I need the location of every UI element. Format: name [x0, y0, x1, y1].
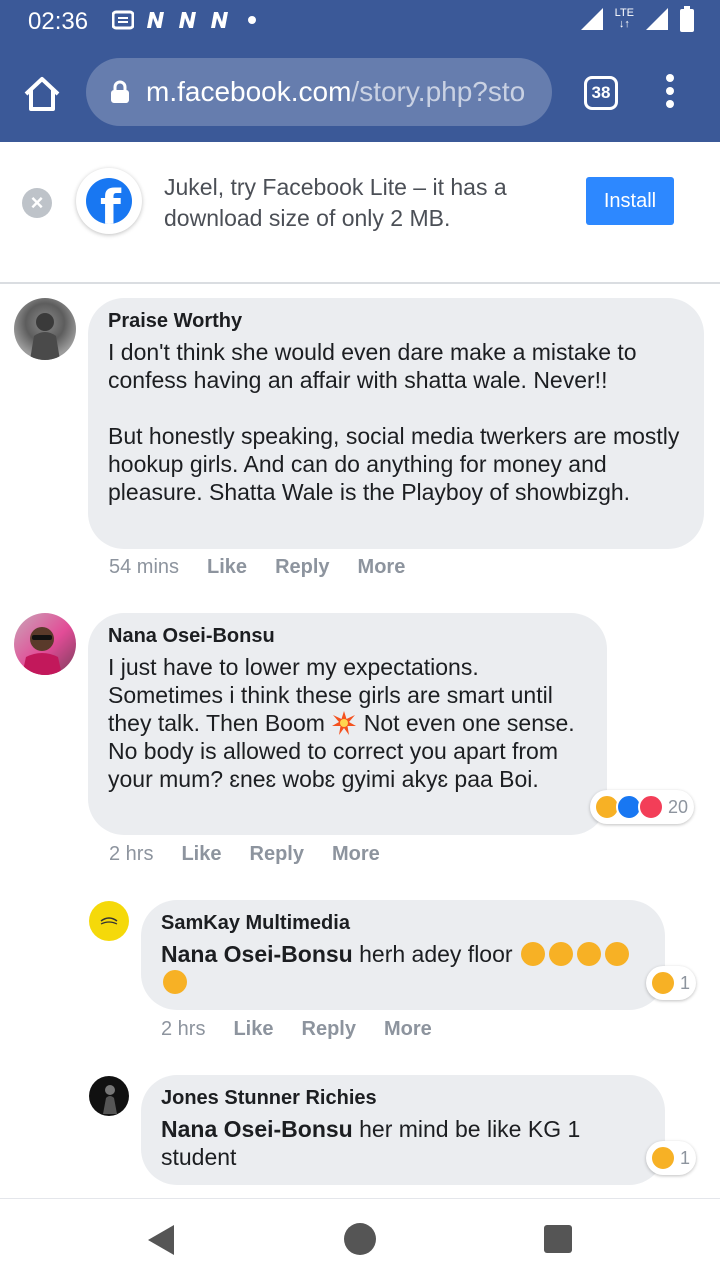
avatar[interactable]	[14, 613, 76, 675]
avatar-photo	[100, 917, 118, 925]
avatar-photo	[30, 313, 60, 360]
reply-actions: 2 hrs Like Reply More	[161, 1018, 432, 1041]
signal-icon	[646, 8, 668, 30]
avatar[interactable]	[89, 1076, 129, 1116]
avatar-photo	[22, 627, 62, 675]
reaction-count: 20	[668, 796, 689, 817]
reaction-count: 1	[680, 1147, 691, 1168]
haha-icon	[650, 1145, 676, 1171]
close-banner-icon[interactable]: ×	[22, 188, 52, 218]
notification-icons	[112, 10, 256, 30]
home-icon[interactable]	[22, 74, 62, 114]
comment-bubble: Praise Worthy I don't think she would ev…	[88, 298, 704, 549]
comment-author[interactable]: Praise Worthy	[108, 308, 684, 334]
tears-of-joy-emoji-icon	[604, 942, 629, 966]
battery-icon	[680, 6, 694, 32]
reply-button[interactable]: Reply	[302, 1018, 356, 1041]
reaction-count: 1	[680, 972, 691, 993]
reply-text: Nana Osei-Bonsu herh adey floor	[161, 940, 645, 996]
love-icon	[638, 794, 664, 820]
mention-link[interactable]: Nana Osei-Bonsu	[161, 941, 353, 967]
reply-button[interactable]: Reply	[275, 556, 329, 579]
reply-bubble: SamKay Multimedia Nana Osei-Bonsu herh a…	[141, 900, 665, 1010]
like-button[interactable]: Like	[233, 1018, 273, 1041]
reply-time[interactable]: 2 hrs	[161, 1018, 205, 1041]
comment-bubble: Nana Osei-Bonsu I just have to lower my …	[88, 613, 607, 835]
comment-text: I just have to lower my expectations. So…	[108, 653, 587, 793]
back-icon[interactable]	[146, 1223, 176, 1257]
reply-text-body: herh adey floor	[352, 941, 519, 967]
status-right: LTE ↓↑	[579, 6, 694, 32]
url-path: /story.php?sto	[351, 76, 526, 107]
url-domain: m.facebook.com	[146, 76, 352, 107]
tears-of-joy-emoji-icon	[520, 942, 545, 966]
reply-author[interactable]: Jones Stunner Richies	[161, 1085, 645, 1111]
lock-icon	[111, 80, 129, 103]
reply-bubble: Jones Stunner Richies Nana Osei-Bonsu he…	[141, 1075, 665, 1185]
comment-time[interactable]: 2 hrs	[109, 843, 153, 866]
home-icon[interactable]	[344, 1223, 376, 1255]
install-button[interactable]: Install	[586, 177, 674, 225]
facebook-logo-letter: f	[100, 180, 121, 224]
banner-message: Jukel, try Facebook Lite – it has a down…	[164, 174, 507, 231]
comment-text: I don't think she would even dare make a…	[108, 339, 680, 505]
status-time: 02:36	[28, 8, 89, 35]
facebook-lite-banner: × f Jukel, try Facebook Lite – it has a …	[0, 142, 720, 284]
n-icon	[211, 12, 228, 28]
recents-icon[interactable]	[544, 1225, 572, 1253]
signal-icon	[580, 8, 603, 30]
comment-actions: 2 hrs Like Reply More	[109, 843, 380, 866]
like-button[interactable]: Like	[207, 556, 247, 579]
reply-text: Nana Osei-Bonsu her mind be like KG 1 st…	[161, 1115, 645, 1171]
more-button[interactable]: More	[358, 556, 406, 579]
reaction-summary[interactable]: 1	[646, 1141, 697, 1175]
tears-of-joy-emoji-icon	[548, 942, 573, 966]
status-bar: 02:36 LTE ↓↑	[0, 0, 720, 44]
haha-icon	[650, 970, 676, 996]
avatar[interactable]	[14, 298, 76, 360]
collision-emoji-icon	[332, 711, 357, 735]
n-icon	[147, 12, 164, 28]
browser-toolbar: m.facebook.com/story.php?sto 38	[0, 44, 720, 142]
tab-switcher-button[interactable]: 38	[584, 76, 618, 110]
avatar[interactable]	[89, 901, 129, 941]
more-notifications-dot	[248, 16, 256, 24]
overflow-menu-icon[interactable]	[662, 74, 678, 112]
tears-of-joy-emoji-icon	[576, 942, 601, 966]
more-button[interactable]: More	[332, 843, 380, 866]
network-type: LTE ↓↑	[614, 7, 634, 30]
reaction-summary[interactable]: 20	[590, 790, 695, 824]
avatar-photo	[103, 1085, 117, 1114]
comment-time[interactable]: 54 mins	[109, 556, 179, 579]
address-bar[interactable]: m.facebook.com/story.php?sto	[86, 58, 552, 126]
tears-of-joy-emoji-icon	[163, 970, 187, 994]
message-icon	[112, 10, 134, 30]
comment-actions: 54 mins Like Reply More	[109, 556, 405, 579]
like-button[interactable]: Like	[181, 843, 221, 866]
mention-link[interactable]: Nana Osei-Bonsu	[161, 1116, 353, 1142]
android-nav-bar	[0, 1198, 720, 1280]
facebook-logo-icon: f	[76, 168, 142, 234]
n-icon	[179, 12, 196, 28]
more-button[interactable]: More	[384, 1018, 432, 1041]
reply-author[interactable]: SamKay Multimedia	[161, 910, 645, 936]
reply-button[interactable]: Reply	[250, 843, 304, 866]
comment-author[interactable]: Nana Osei-Bonsu	[108, 623, 587, 649]
url-text: m.facebook.com/story.php?sto	[146, 76, 541, 108]
reaction-summary[interactable]: 1	[646, 966, 697, 1000]
